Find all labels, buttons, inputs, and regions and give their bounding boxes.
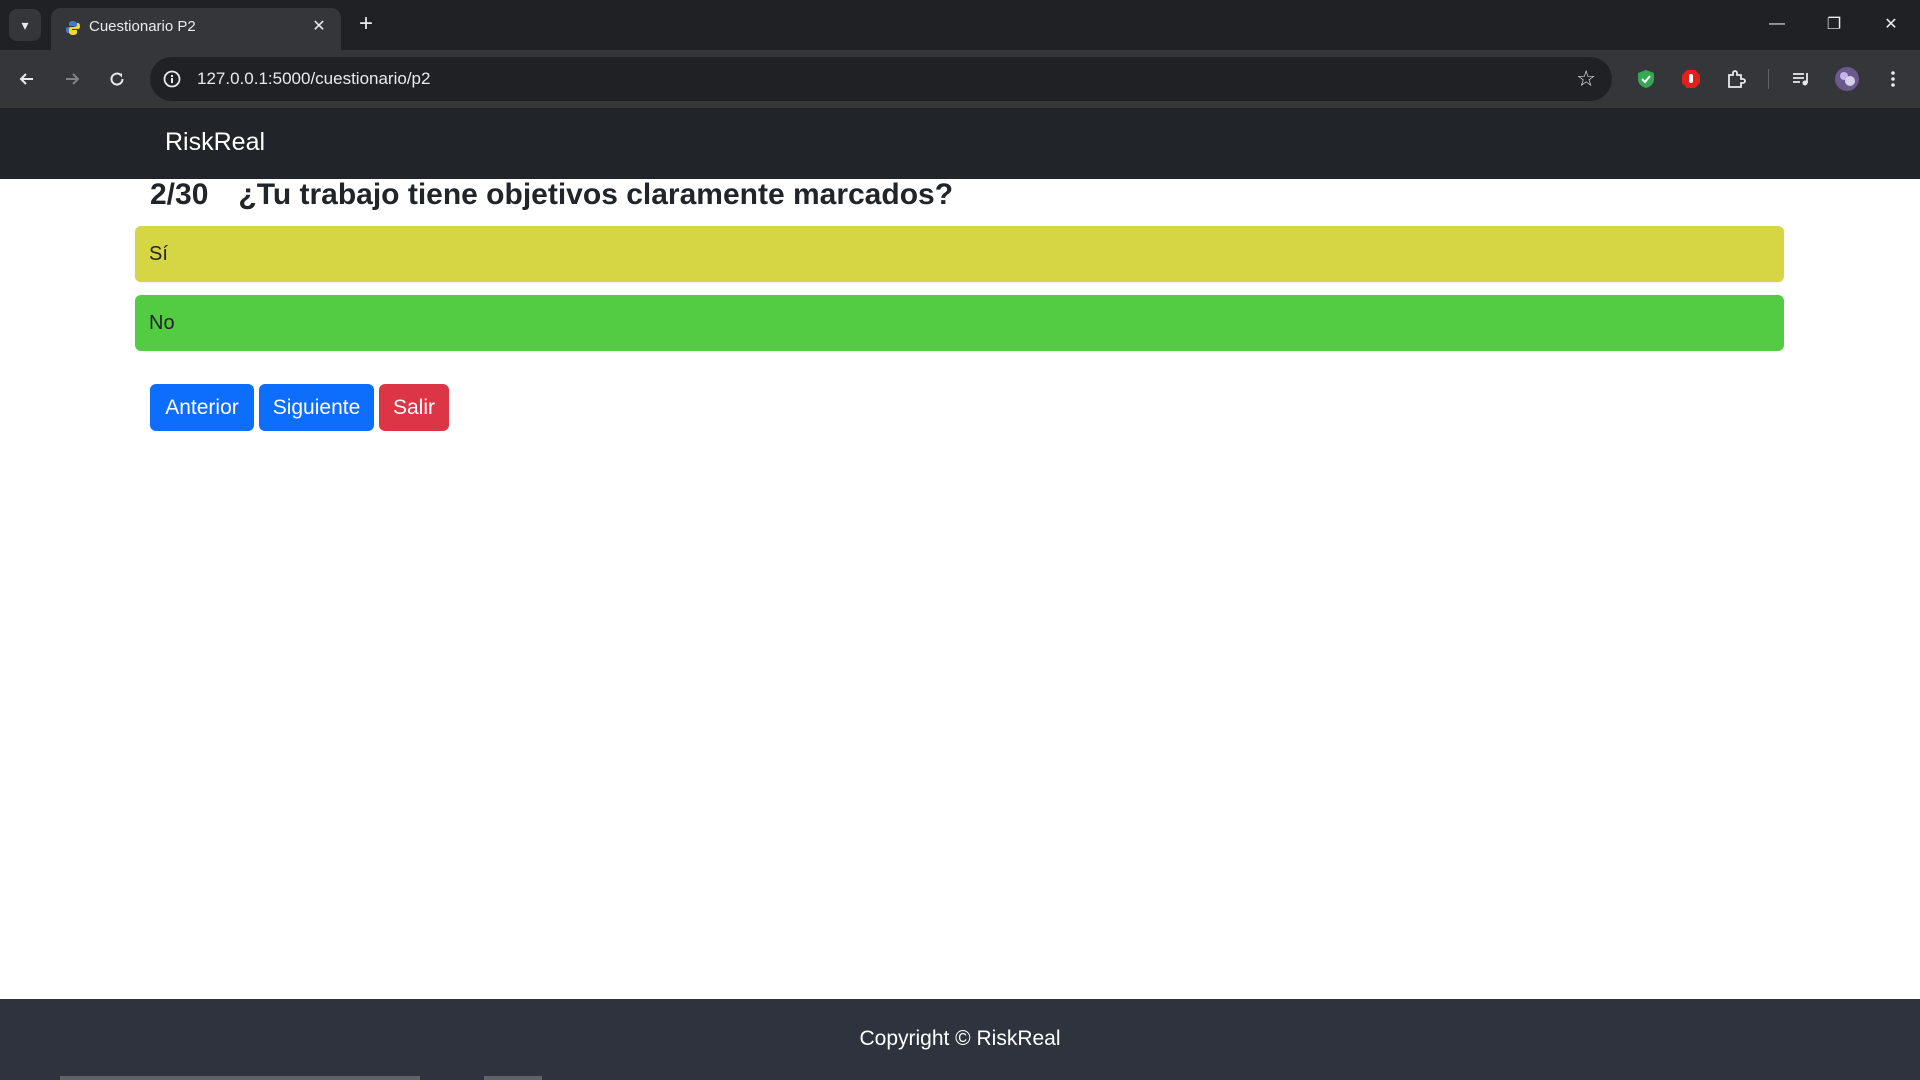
browser-toolbar: 127.0.0.1:5000/cuestionario/p2 ☆ (0, 50, 1920, 108)
tab-search-button[interactable]: ▾ (9, 9, 41, 41)
answer-option-no[interactable]: No (135, 295, 1784, 351)
adblock-extension-icon[interactable] (1676, 64, 1706, 94)
extensions-puzzle-icon[interactable] (1721, 64, 1751, 94)
restore-icon[interactable]: ❐ (1820, 10, 1848, 38)
new-tab-button[interactable]: + (354, 12, 378, 36)
toolbar-separator (1768, 69, 1769, 89)
answer-option-yes[interactable]: Sí (135, 226, 1784, 282)
tab-close-icon[interactable]: ✕ (309, 17, 329, 37)
navbar-brand[interactable]: RiskReal (165, 128, 265, 157)
python-favicon-icon (65, 20, 81, 36)
reload-button[interactable] (102, 64, 132, 94)
site-footer: Copyright © RiskReal (0, 999, 1920, 1080)
answer-option-label: Sí (149, 242, 168, 265)
chevron-down-icon: ▾ (21, 16, 29, 33)
horizontal-scrollbar[interactable] (60, 1076, 420, 1080)
footer-copyright: Copyright © RiskReal (859, 1027, 1061, 1050)
next-button[interactable]: Siguiente (259, 384, 374, 431)
media-controls-icon[interactable] (1786, 64, 1816, 94)
address-url[interactable]: 127.0.0.1:5000/cuestionario/p2 (197, 69, 430, 89)
site-info-icon[interactable] (162, 69, 182, 89)
horizontal-scrollbar-segment[interactable] (484, 1076, 542, 1080)
back-button[interactable] (12, 64, 42, 94)
profile-avatar-icon[interactable] (1832, 64, 1862, 94)
browser-tabstrip: ▾ Cuestionario P2 ✕ + — ❐ ✕ (0, 0, 1920, 50)
tab-title: Cuestionario P2 (89, 18, 196, 35)
reload-icon (110, 72, 124, 86)
question-number: 2/30 (150, 178, 209, 211)
previous-button[interactable]: Anterior (150, 384, 254, 431)
browser-tab-active[interactable]: Cuestionario P2 ✕ (51, 8, 341, 50)
question-header: 2/30 ¿Tu trabajo tiene objetivos claramen… (150, 178, 953, 212)
site-navbar: RiskReal (0, 108, 1920, 179)
arrow-right-icon (66, 73, 80, 85)
bookmark-star-icon[interactable]: ☆ (1576, 67, 1596, 91)
shield-extension-icon[interactable] (1631, 64, 1661, 94)
forward-button[interactable] (57, 64, 87, 94)
arrow-left-icon (19, 73, 33, 85)
question-text: ¿Tu trabajo tiene objetivos claramente m… (238, 178, 954, 211)
browser-menu-icon[interactable] (1878, 64, 1908, 94)
minimize-icon[interactable]: — (1763, 10, 1791, 38)
close-window-icon[interactable]: ✕ (1877, 10, 1905, 38)
address-bar[interactable]: 127.0.0.1:5000/cuestionario/p2 ☆ (150, 57, 1612, 101)
answer-option-label: No (149, 311, 175, 334)
exit-button[interactable]: Salir (379, 384, 449, 431)
